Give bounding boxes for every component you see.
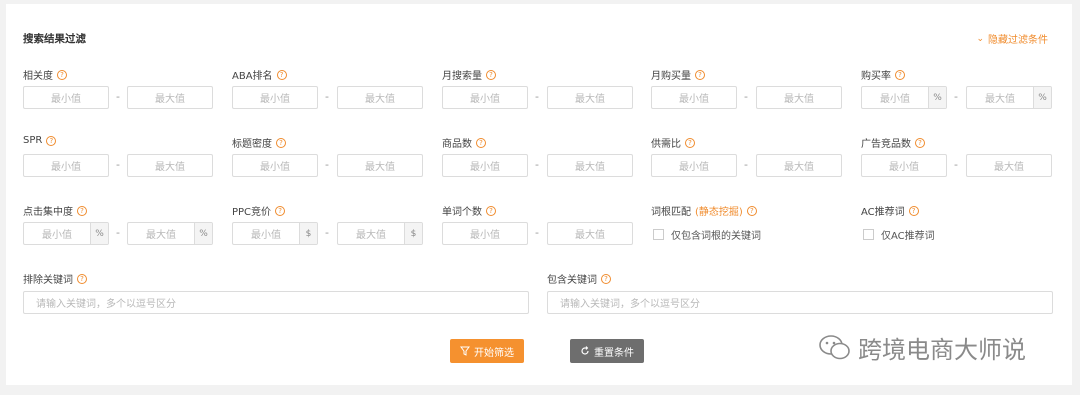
static-mining-link[interactable]: (静态挖掘) bbox=[695, 203, 743, 218]
word-count-max-input[interactable]: 最大值 bbox=[547, 222, 633, 245]
label-word-count: 单词个数? bbox=[442, 203, 496, 218]
hide-filters-link[interactable]: ⌄ 隐藏过滤条件 bbox=[976, 31, 1048, 47]
help-icon[interactable]: ? bbox=[46, 135, 57, 146]
supply-demand-min-input[interactable]: 最小值 bbox=[651, 154, 737, 177]
reset-button[interactable]: 重置条件 bbox=[570, 339, 644, 363]
label-purchase-rate: 购买率? bbox=[861, 67, 905, 82]
label-exclude-keywords: 排除关键词? bbox=[23, 271, 87, 286]
word-count-min-input[interactable]: 最小值 bbox=[442, 222, 528, 245]
checkbox-icon[interactable] bbox=[653, 229, 664, 240]
label-ppc-bid: PPC竞价? bbox=[232, 203, 286, 218]
help-icon[interactable]: ? bbox=[601, 273, 611, 284]
help-icon[interactable]: ? bbox=[276, 69, 287, 80]
label-supply-demand: 供需比? bbox=[651, 135, 695, 150]
product-count-max-input[interactable]: 最大值 bbox=[547, 154, 633, 177]
purchase-rate-min-input[interactable]: 最小值% bbox=[861, 86, 947, 109]
chevron-down-icon: ⌄ bbox=[976, 33, 984, 44]
watermark: 跨境电商大师说 bbox=[818, 330, 1026, 365]
monthly-purchase-max-input[interactable]: 最大值 bbox=[756, 86, 842, 109]
label-include-keywords: 包含关键词? bbox=[547, 271, 611, 286]
help-icon[interactable]: ? bbox=[685, 137, 695, 148]
help-icon[interactable]: ? bbox=[908, 205, 919, 216]
checkbox-icon[interactable] bbox=[863, 229, 874, 240]
label-ac-recommend: AC推荐词? bbox=[861, 203, 919, 218]
monthly-search-min-input[interactable]: 最小值 bbox=[442, 86, 528, 109]
start-filter-button[interactable]: 开始筛选 bbox=[450, 339, 524, 363]
relevance-max-input[interactable]: 最大值 bbox=[127, 86, 213, 109]
label-ad-product-count: 广告竞品数? bbox=[861, 135, 925, 150]
include-keywords-input[interactable]: 请输入关键词，多个以逗号区分 bbox=[547, 291, 1053, 314]
help-icon[interactable]: ? bbox=[695, 69, 705, 80]
relevance-min-input[interactable]: 最小值 bbox=[23, 86, 109, 109]
monthly-purchase-min-input[interactable]: 最小值 bbox=[651, 86, 737, 109]
spr-max-input[interactable]: 最大值 bbox=[127, 154, 213, 177]
product-count-min-input[interactable]: 最小值 bbox=[442, 154, 528, 177]
panel-title: 搜索结果过滤 bbox=[23, 33, 86, 45]
ppc-max-input[interactable]: 最大值 $ bbox=[337, 222, 423, 245]
help-icon[interactable]: ? bbox=[275, 205, 286, 216]
title-density-min-input[interactable]: 最小值 bbox=[232, 154, 318, 177]
label-aba-rank: ABA排名? bbox=[232, 67, 287, 82]
title-density-max-input[interactable]: 最大值 bbox=[337, 154, 423, 177]
label-spr: SPR? bbox=[23, 135, 57, 146]
help-icon[interactable]: ? bbox=[57, 69, 67, 80]
help-icon[interactable]: ? bbox=[77, 205, 87, 216]
click-concentration-min-input[interactable]: 最小值% bbox=[23, 222, 109, 245]
help-icon[interactable]: ? bbox=[915, 137, 925, 148]
help-icon[interactable]: ? bbox=[895, 69, 905, 80]
help-icon[interactable]: ? bbox=[77, 273, 87, 284]
filter-panel: 搜索结果过滤 ⌄ 隐藏过滤条件 相关度? ABA排名? 月搜索量? 月购买量? … bbox=[6, 4, 1072, 385]
root-only-checkbox[interactable]: 仅包含词根的关键词 bbox=[653, 227, 761, 242]
label-product-count: 商品数? bbox=[442, 135, 486, 150]
label-monthly-purchase: 月购买量? bbox=[651, 67, 705, 82]
filter-icon bbox=[460, 346, 470, 356]
hide-filters-label: 隐藏过滤条件 bbox=[988, 35, 1048, 46]
purchase-rate-max-input[interactable]: 最大值% bbox=[966, 86, 1052, 109]
help-icon[interactable]: ? bbox=[476, 137, 486, 148]
ac-only-checkbox[interactable]: 仅AC推荐词 bbox=[863, 227, 935, 242]
label-relevance: 相关度? bbox=[23, 67, 67, 82]
supply-demand-max-input[interactable]: 最大值 bbox=[756, 154, 842, 177]
aba-max-input[interactable]: 最大值 bbox=[337, 86, 423, 109]
help-icon[interactable]: ? bbox=[486, 205, 496, 216]
label-click-concentration: 点击集中度? bbox=[23, 203, 87, 218]
ppc-min-input[interactable]: 最小值 $ bbox=[232, 222, 318, 245]
click-concentration-max-input[interactable]: 最大值% bbox=[127, 222, 213, 245]
spr-min-input[interactable]: 最小值 bbox=[23, 154, 109, 177]
ad-product-min-input[interactable]: 最小值 bbox=[861, 154, 947, 177]
help-icon[interactable]: ? bbox=[486, 69, 496, 80]
label-root-match: 词根匹配 (静态挖掘)? bbox=[651, 203, 757, 218]
exclude-keywords-input[interactable]: 请输入关键词，多个以逗号区分 bbox=[23, 291, 529, 314]
aba-min-input[interactable]: 最小值 bbox=[232, 86, 318, 109]
ad-product-max-input[interactable]: 最大值 bbox=[966, 154, 1052, 177]
refresh-icon bbox=[581, 346, 589, 355]
label-title-density: 标题密度? bbox=[232, 135, 286, 150]
help-icon[interactable]: ? bbox=[746, 205, 757, 216]
help-icon[interactable]: ? bbox=[276, 137, 286, 148]
label-monthly-search: 月搜索量? bbox=[442, 67, 496, 82]
monthly-search-max-input[interactable]: 最大值 bbox=[547, 86, 633, 109]
wechat-icon bbox=[819, 334, 850, 359]
